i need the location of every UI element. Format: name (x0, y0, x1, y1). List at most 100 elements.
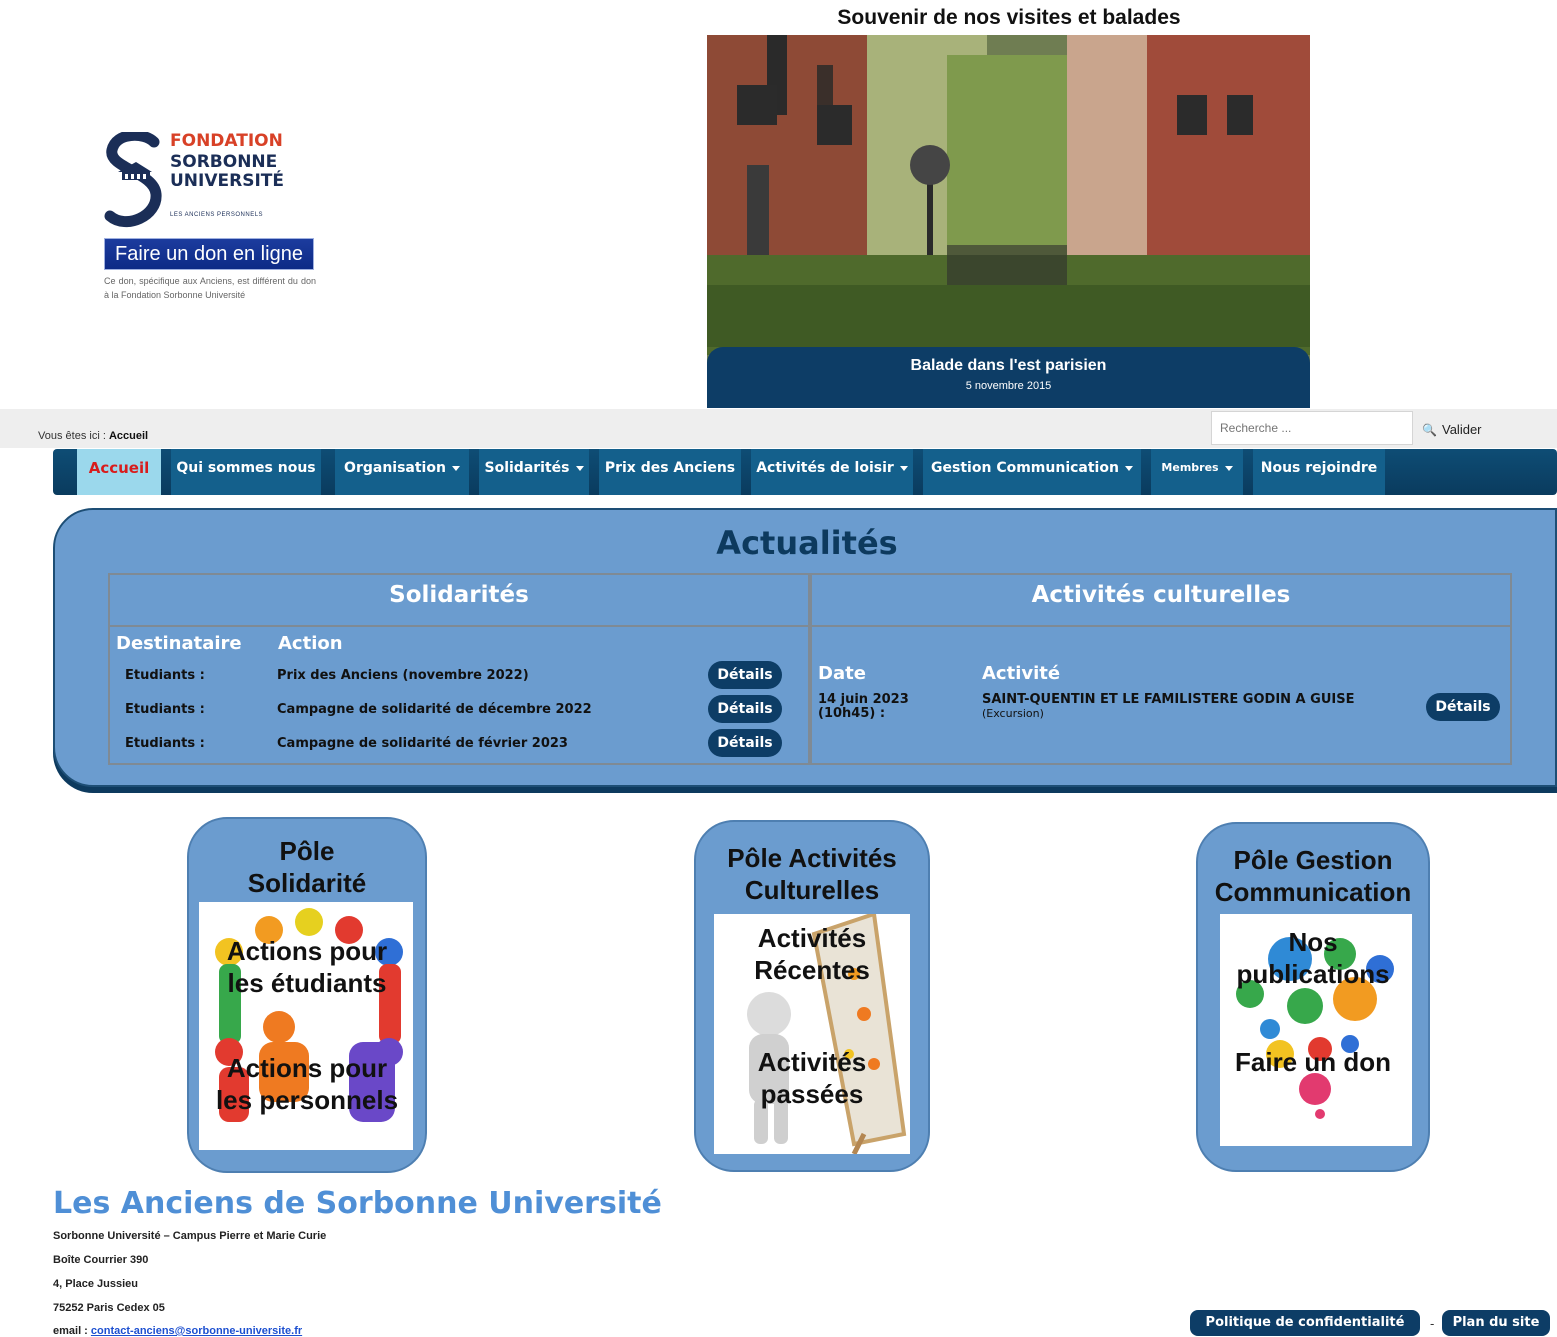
footer-separator: - (1430, 1316, 1435, 1331)
sitemap-button[interactable]: Plan du site (1442, 1310, 1550, 1336)
row-dest: Etudiants : (125, 702, 205, 717)
caret-down-icon (575, 465, 584, 471)
nav-label: Accueil (88, 459, 150, 477)
online-donation-button[interactable]: Faire un don en ligne (104, 238, 314, 270)
pole-title: Pôle Gestion Communication (1198, 844, 1428, 908)
row-dest: Etudiants : (125, 668, 205, 683)
search-submit-button[interactable]: Valider (1442, 422, 1482, 437)
pole-link-line: Nos (1288, 927, 1338, 957)
nav-label: Activités de loisir (756, 460, 894, 476)
details-button[interactable]: Détails (708, 661, 782, 689)
activity-type: (Excursion) (982, 707, 1044, 720)
nav-item-activites-de-loisir[interactable]: Activités de loisir (751, 449, 913, 495)
col-activite: Activité (982, 663, 1061, 684)
news-title: Actualités (716, 524, 898, 562)
row-dest: Etudiants : (125, 736, 205, 751)
details-button[interactable]: Détails (708, 729, 782, 757)
row-action: Campagne de solidarité de février 2023 (277, 736, 568, 751)
pole-link-line: Activités (757, 1047, 867, 1077)
footer-title: Les Anciens de Sorbonne Université (53, 1186, 662, 1221)
nav-item-qui-sommes-nous[interactable]: Qui sommes nous (171, 449, 321, 495)
news-section: Actualités Solidarités Destinataire Acti… (53, 508, 1557, 787)
link-activites-recentes[interactable]: Activités Récentes (696, 922, 928, 986)
nav-label: Organisation (344, 460, 446, 476)
nav-item-prix-des-anciens[interactable]: Prix des Anciens (599, 449, 741, 495)
caption-title: Balade dans l'est parisien (910, 357, 1107, 374)
pole-title-line: Pôle Activités (727, 843, 897, 873)
logo-line3: UNIVERSITÉ (170, 171, 284, 191)
privacy-policy-button[interactable]: Politique de confidentialité (1190, 1310, 1420, 1336)
breadcrumb: Vous êtes ici : Accueil (38, 430, 148, 442)
link-nos-publications[interactable]: Nos publications (1198, 926, 1428, 990)
footer-address-line: 4, Place Jussieu (53, 1278, 138, 1290)
solidarity-panel: Solidarités Destinataire Action Etudiant… (108, 573, 810, 765)
footer-address-line: Sorbonne Université – Campus Pierre et M… (53, 1230, 327, 1242)
caret-down-icon (899, 465, 908, 471)
footer-email-label: email : (53, 1325, 88, 1337)
activity-title: SAINT-QUENTIN ET LE FAMILISTERE GODIN A … (982, 692, 1355, 707)
donation-note: Ce don, spécifique aux Anciens, est diff… (104, 276, 316, 300)
nav-item-membres[interactable]: Membres (1151, 449, 1243, 495)
activity-date-day: 14 juin 2023 (818, 692, 909, 707)
row-action: Campagne de solidarité de décembre 2022 (277, 702, 592, 717)
nav-item-nous-rejoindre[interactable]: Nous rejoindre (1253, 449, 1385, 495)
details-button[interactable]: Détails (1426, 693, 1500, 721)
details-button[interactable]: Détails (708, 695, 782, 723)
footer-email: email : contact-anciens@sorbonne-univers… (53, 1325, 302, 1337)
nav-label: Nous rejoindre (1260, 460, 1378, 476)
main-navigation: Accueil Qui sommes nous Organisation Sol… (53, 449, 1557, 495)
nav-label: Prix des Anciens (604, 460, 736, 476)
nav-label: Solidarités (484, 460, 570, 476)
pole-solidarite: Pôle Solidarité Actions pour les étudian… (187, 817, 427, 1173)
photo-carousel[interactable]: Balade dans l'est parisien 5 novembre 20… (707, 35, 1310, 408)
caret-down-icon (1224, 465, 1233, 471)
caption-date: 5 novembre 2015 (965, 380, 1052, 392)
pole-title-line: Pôle Gestion (1233, 845, 1393, 875)
link-activites-passees[interactable]: Activités passées (696, 1046, 928, 1110)
fondation-logo: FONDATION SORBONNE UNIVERSITÉ LES ANCIEN… (104, 128, 314, 228)
col-action: Action (278, 633, 343, 654)
pole-title: Pôle Solidarité (189, 835, 425, 899)
culture-panel-title: Activités culturelles (812, 575, 1510, 627)
footer-email-link[interactable]: contact-anciens@sorbonne-universite.fr (91, 1325, 302, 1337)
nav-item-accueil[interactable]: Accueil (77, 449, 161, 495)
culture-panel: Activités culturelles Date Activité 14 j… (810, 573, 1512, 765)
pole-title-line: Communication (1214, 877, 1412, 907)
link-actions-personnels[interactable]: Actions pour les personnels (189, 1052, 425, 1116)
nav-item-gestion-communication[interactable]: Gestion Communication (923, 449, 1141, 495)
nav-label: Qui sommes nous (176, 460, 316, 476)
activity-date-time: (10h45) : (818, 706, 886, 721)
row-action: Prix des Anciens (novembre 2022) (277, 668, 529, 683)
activity-name: SAINT-QUENTIN ET LE FAMILISTERE GODIN A … (982, 693, 1354, 721)
pole-link-line: Faire un don (1235, 1047, 1391, 1077)
pole-link-line: Actions pour (226, 936, 388, 966)
search-input[interactable] (1211, 411, 1413, 445)
pole-link-line: Activités (757, 923, 867, 953)
link-actions-etudiants[interactable]: Actions pour les étudiants (189, 935, 425, 999)
pole-title-line: Solidarité (247, 868, 367, 898)
caret-down-icon (451, 465, 460, 471)
pole-title: Pôle Activités Culturelles (696, 842, 928, 906)
pole-link-line: les étudiants (227, 968, 387, 998)
logo-line2: SORBONNE (170, 152, 278, 172)
solidarity-panel-title: Solidarités (110, 575, 808, 627)
nav-item-organisation[interactable]: Organisation (335, 449, 469, 495)
pole-link-line: publications (1236, 959, 1390, 989)
nav-label: Membres (1161, 461, 1219, 474)
footer-address-line: Boîte Courrier 390 (53, 1254, 149, 1266)
pole-title-line: Pôle (279, 836, 335, 866)
caret-down-icon (1124, 465, 1133, 471)
pole-gestion-communication: Pôle Gestion Communication Nos publicati… (1196, 822, 1430, 1172)
nav-item-solidarites[interactable]: Solidarités (479, 449, 589, 495)
logo-subtitle: LES ANCIENS PERSONNELS (170, 212, 264, 218)
col-date: Date (818, 663, 866, 684)
pole-title-line: Culturelles (744, 875, 880, 905)
activity-date: 14 juin 2023 (10h45) : (818, 693, 909, 721)
breadcrumb-prefix: Vous êtes ici : (38, 430, 106, 442)
pole-link-line: Récentes (754, 955, 870, 985)
pole-link-line: Actions pour (226, 1053, 388, 1083)
nav-label: Gestion Communication (931, 460, 1119, 476)
link-faire-un-don[interactable]: Faire un don (1198, 1046, 1428, 1078)
pole-activites-culturelles: Pôle Activités Culturelles Activités Réc… (694, 820, 930, 1172)
pole-link-line: passées (760, 1079, 864, 1109)
